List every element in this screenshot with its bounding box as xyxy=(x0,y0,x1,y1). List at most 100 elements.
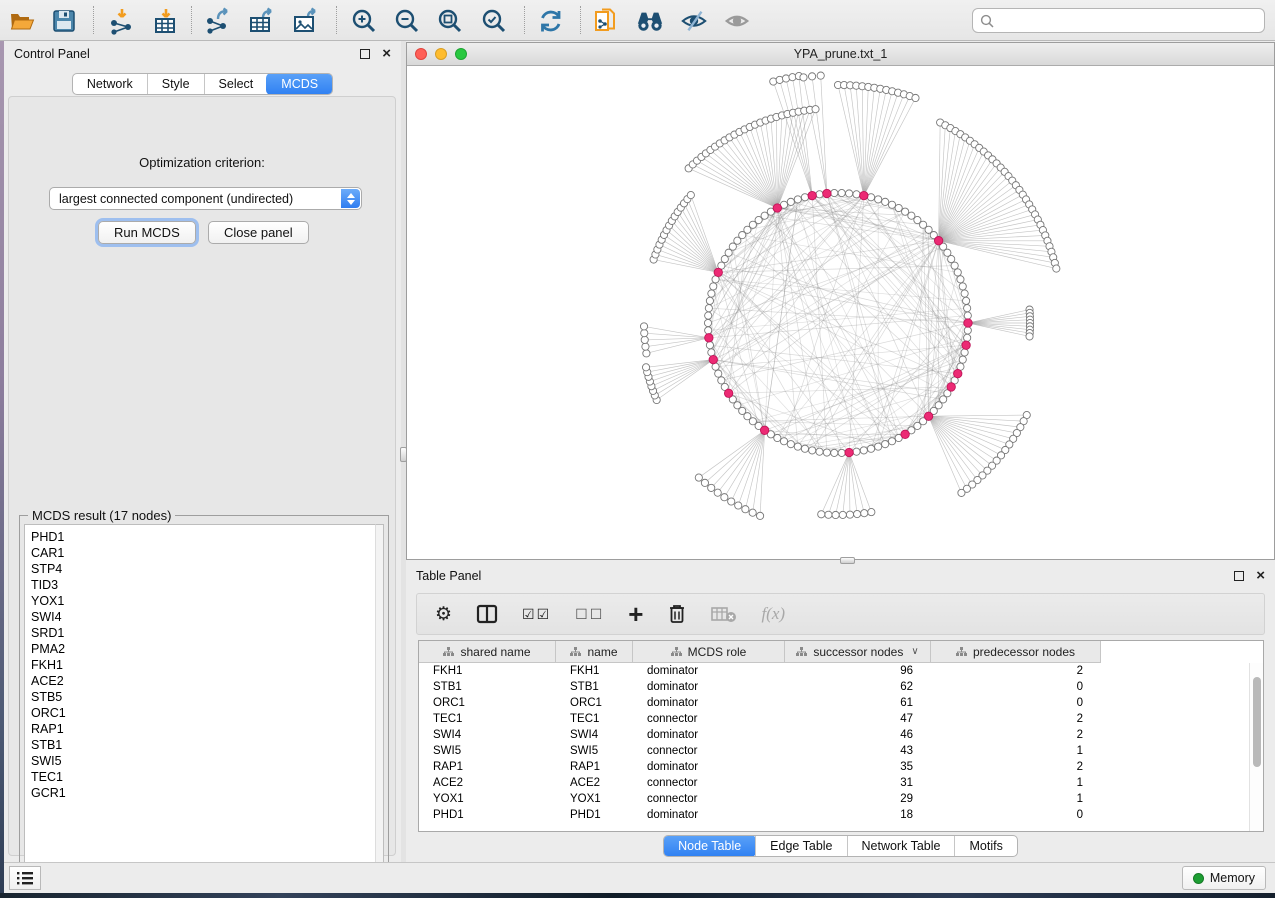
table-row[interactable]: TEC1TEC1connector472 xyxy=(419,711,1249,727)
column-header-shared-name[interactable]: shared name xyxy=(419,641,556,663)
zoom-fit-icon[interactable] xyxy=(436,7,464,35)
table-cell: connector xyxy=(633,777,785,789)
main-toolbar xyxy=(0,0,1275,41)
table-row[interactable]: ACE2ACE2connector311 xyxy=(419,775,1249,791)
column-header-name[interactable]: name xyxy=(556,641,633,663)
table-cell: TEC1 xyxy=(419,713,556,725)
save-session-icon[interactable] xyxy=(50,7,78,35)
mcds-result-item[interactable]: YOX1 xyxy=(31,593,383,609)
mcds-result-item[interactable]: TEC1 xyxy=(31,769,383,785)
network-window-titlebar[interactable]: YPA_prune.txt_1 xyxy=(407,43,1274,66)
apply-layout-icon[interactable] xyxy=(537,7,565,35)
mcds-result-item[interactable]: ACE2 xyxy=(31,673,383,689)
clone-network-icon[interactable] xyxy=(592,7,620,35)
table-row[interactable]: FKH1FKH1dominator962 xyxy=(419,663,1249,679)
close-panel-icon[interactable]: × xyxy=(1256,571,1265,581)
tab-network[interactable]: Network xyxy=(73,74,147,94)
node-table[interactable]: shared namenameMCDS rolesuccessor nodes∨… xyxy=(418,640,1264,832)
mcds-result-item[interactable]: PMA2 xyxy=(31,641,383,657)
float-window-icon[interactable] xyxy=(1234,571,1244,581)
hierarchy-icon xyxy=(796,647,807,657)
table-row[interactable]: RAP1RAP1dominator352 xyxy=(419,759,1249,775)
table-cell: ORC1 xyxy=(556,697,633,709)
mcds-result-item[interactable]: ORC1 xyxy=(31,705,383,721)
add-column-icon[interactable]: + xyxy=(628,599,643,630)
table-cell: SWI4 xyxy=(419,729,556,741)
tab-edge-table[interactable]: Edge Table xyxy=(755,836,846,856)
table-cell: YOX1 xyxy=(556,793,633,805)
mcds-result-item[interactable]: TID3 xyxy=(31,577,383,593)
hierarchy-icon xyxy=(443,647,454,657)
memory-button[interactable]: Memory xyxy=(1182,866,1266,890)
table-cell: 18 xyxy=(785,809,931,821)
mcds-result-item[interactable]: STB1 xyxy=(31,737,383,753)
mcds-result-item[interactable]: SWI4 xyxy=(31,609,383,625)
tab-select[interactable]: Select xyxy=(204,74,268,94)
optimization-criterion-select[interactable]: largest connected component (undirected) xyxy=(49,187,362,210)
mcds-result-item[interactable]: GCR1 xyxy=(31,785,383,801)
mcds-result-item[interactable]: CAR1 xyxy=(31,545,383,561)
select-all-icon[interactable]: ☑☑ xyxy=(522,606,551,623)
run-mcds-button[interactable]: Run MCDS xyxy=(98,221,196,244)
export-image-icon[interactable] xyxy=(292,7,320,35)
tab-node-table[interactable]: Node Table xyxy=(663,835,756,857)
network-canvas[interactable] xyxy=(407,66,1274,559)
mcds-result-item[interactable]: STP4 xyxy=(31,561,383,577)
zoom-in-icon[interactable] xyxy=(350,7,378,35)
column-header-successor-nodes[interactable]: successor nodes∨ xyxy=(785,641,931,663)
mcds-result-list[interactable]: PHD1CAR1STP4TID3YOX1SWI4SRD1PMA2FKH1ACE2… xyxy=(24,524,384,882)
find-icon[interactable] xyxy=(636,7,664,35)
control-panel-title: Control Panel xyxy=(14,47,90,61)
task-history-button[interactable] xyxy=(9,866,41,890)
delete-column-icon[interactable] xyxy=(667,603,687,625)
show-columns-icon[interactable] xyxy=(476,604,498,624)
mcds-result-item[interactable]: PHD1 xyxy=(31,529,383,545)
export-network-icon[interactable] xyxy=(204,7,232,35)
zoom-selected-icon[interactable] xyxy=(480,7,508,35)
table-scrollbar[interactable] xyxy=(1249,663,1263,831)
tab-mcds[interactable]: MCDS xyxy=(266,73,333,95)
mcds-list-scrollbar[interactable] xyxy=(375,524,384,882)
tab-network-table[interactable]: Network Table xyxy=(847,836,955,856)
table-settings-icon[interactable]: ⚙ xyxy=(435,603,452,626)
search-field[interactable] xyxy=(972,8,1265,33)
hide-selected-icon[interactable] xyxy=(680,7,708,35)
mcds-result-item[interactable]: SRD1 xyxy=(31,625,383,641)
deselect-all-icon[interactable]: ☐☐ xyxy=(575,606,604,623)
mcds-result-title: MCDS result (17 nodes) xyxy=(28,508,175,523)
table-cell: PHD1 xyxy=(556,809,633,821)
close-panel-icon[interactable]: × xyxy=(382,49,391,59)
mcds-result-item[interactable]: RAP1 xyxy=(31,721,383,737)
column-header-MCDS-role[interactable]: MCDS role xyxy=(633,641,785,663)
table-panel: Table Panel × ⚙ ☑☑ ☐☐ + f(x) shared name… xyxy=(406,563,1275,860)
mcds-result-item[interactable]: STB5 xyxy=(31,689,383,705)
table-cell: 96 xyxy=(785,665,931,677)
selected-option: largest connected component (undirected) xyxy=(59,192,293,206)
float-window-icon[interactable] xyxy=(360,49,370,59)
toolbar-separator xyxy=(191,6,192,34)
mcds-result-item[interactable]: SWI5 xyxy=(31,753,383,769)
table-row[interactable]: STB1STB1dominator620 xyxy=(419,679,1249,695)
table-row[interactable]: YOX1YOX1connector291 xyxy=(419,791,1249,807)
network-graph xyxy=(407,66,1274,559)
table-row[interactable]: SWI4SWI4dominator462 xyxy=(419,727,1249,743)
tab-style[interactable]: Style xyxy=(147,74,204,94)
column-header-predecessor-nodes[interactable]: predecessor nodes xyxy=(931,641,1101,663)
horizontal-splitter-handle[interactable] xyxy=(840,557,855,564)
table-row[interactable]: PHD1PHD1dominator180 xyxy=(419,807,1249,823)
show-all-icon[interactable] xyxy=(723,7,751,35)
search-input[interactable] xyxy=(999,14,1264,28)
table-scrollbar-thumb[interactable] xyxy=(1253,677,1261,767)
table-row[interactable]: ORC1ORC1dominator610 xyxy=(419,695,1249,711)
table-row[interactable]: SWI5SWI5connector431 xyxy=(419,743,1249,759)
table-cell: 35 xyxy=(785,761,931,773)
mcds-result-item[interactable]: FKH1 xyxy=(31,657,383,673)
tab-motifs[interactable]: Motifs xyxy=(954,836,1016,856)
table-cell: SWI5 xyxy=(556,745,633,757)
close-panel-button[interactable]: Close panel xyxy=(208,221,309,244)
import-table-icon[interactable] xyxy=(152,7,180,35)
import-network-icon[interactable] xyxy=(108,7,136,35)
export-table-icon[interactable] xyxy=(248,7,276,35)
open-file-icon[interactable] xyxy=(8,7,36,35)
zoom-out-icon[interactable] xyxy=(393,7,421,35)
